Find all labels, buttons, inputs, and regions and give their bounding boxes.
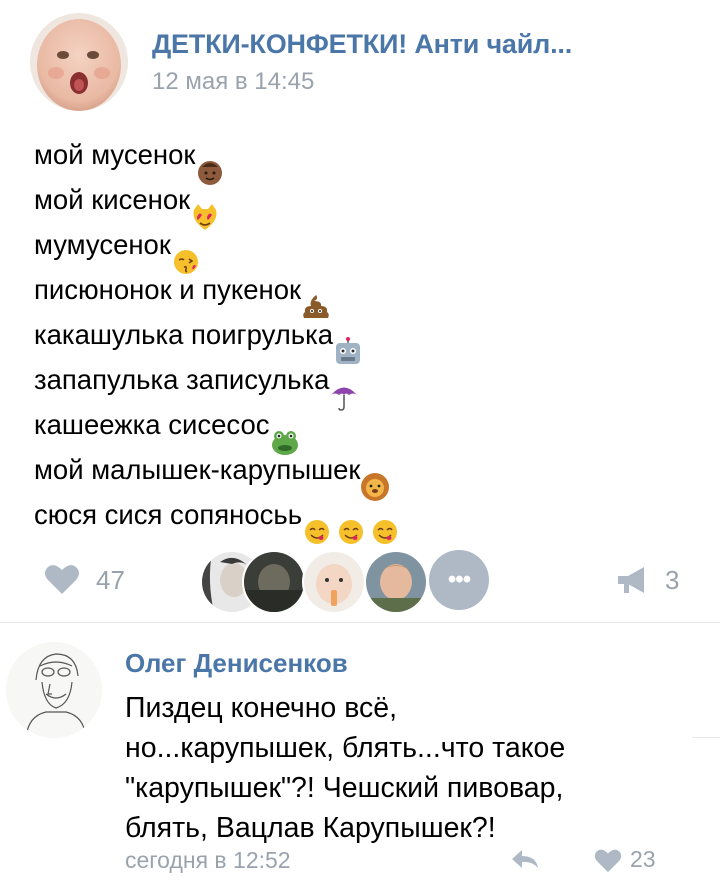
liker-avatar[interactable] — [302, 550, 366, 614]
robot-icon — [336, 337, 361, 364]
post-line-text: какашулька поигрулька — [34, 319, 334, 350]
yum-face-icon — [339, 520, 364, 544]
post-line: мой кисенок — [34, 177, 694, 230]
heart-icon[interactable] — [594, 848, 622, 873]
kissing-face-icon — [173, 250, 198, 274]
post-actions: 47 ••• 3 — [0, 545, 720, 615]
post-line: кашеежка сисесос — [34, 402, 694, 455]
post-line-text: мой малышек-карупышек — [34, 454, 361, 485]
comment-author-name[interactable]: Олег Денисенков — [125, 648, 348, 679]
megaphone-icon[interactable] — [616, 565, 652, 595]
liker-avatar[interactable] — [242, 550, 306, 614]
yum-face-icon — [305, 520, 330, 544]
comment-line: блять, Вацлав Карупышек?! — [125, 812, 496, 844]
comment-date: сегодня в 12:52 — [125, 847, 291, 873]
heart-eyes-cat-icon — [193, 204, 217, 230]
group-name[interactable]: ДЕТКИ-КОНФЕТКИ! Анти чайл... — [152, 29, 572, 60]
post-date: 12 мая в 14:45 — [152, 68, 315, 95]
comment-line: но...карупышек, блять...что такое — [125, 732, 566, 764]
post-line-text: мумусенок — [34, 229, 171, 260]
post-line-text: мой мусенок — [34, 139, 196, 170]
comment-text: Пиздец конечно всё, но...карупышек, блят… — [125, 688, 685, 848]
baby-face-icon — [198, 161, 223, 185]
more-likers-button[interactable]: ••• — [429, 550, 489, 610]
reply-icon[interactable] — [510, 848, 540, 870]
post-line: какашулька поигрулька — [34, 312, 694, 364]
post-line: мой мусенок — [34, 132, 694, 185]
yum-face-icon — [373, 520, 398, 544]
post-text: мой мусенок мой кисенок мумусенок писюно… — [34, 132, 694, 544]
comment: Олег Денисенков Пиздец конечно всё, но..… — [0, 632, 720, 889]
comment-like-count[interactable]: 23 — [630, 846, 656, 873]
post-line: мумусенок — [34, 222, 694, 274]
heart-icon[interactable] — [44, 563, 80, 595]
like-count[interactable]: 47 — [96, 565, 125, 596]
post-line-text: сюся сися сопяносьь — [34, 499, 303, 530]
umbrella-icon — [331, 387, 358, 411]
liker-avatar[interactable] — [364, 550, 428, 614]
comment-author-avatar[interactable] — [6, 642, 102, 738]
poop-icon — [303, 295, 329, 318]
comment-line: Пиздец конечно всё, — [125, 692, 398, 724]
post-line: мой малышек-карупышек — [34, 447, 694, 501]
divider — [692, 737, 720, 738]
post-header: ДЕТКИ-КОНФЕТКИ! Анти чайл... 12 мая в 14… — [30, 13, 690, 113]
post-line-text: запапулька записулька — [34, 364, 330, 395]
share-count[interactable]: 3 — [665, 565, 679, 596]
post-line: писюнонок и пукенок — [34, 267, 694, 318]
divider — [0, 622, 720, 623]
comment-line: "карупышек"?! Чешский пивовар, — [125, 772, 564, 804]
group-avatar[interactable] — [30, 13, 128, 111]
post-line-text: писюнонок и пукенок — [34, 274, 302, 305]
lion-icon — [361, 473, 390, 501]
post-line: запапулька записулька — [34, 357, 694, 411]
post-line-text: кашеежка сисесос — [34, 409, 270, 440]
frog-icon — [271, 431, 298, 455]
post-line-text: мой кисенок — [34, 184, 191, 215]
